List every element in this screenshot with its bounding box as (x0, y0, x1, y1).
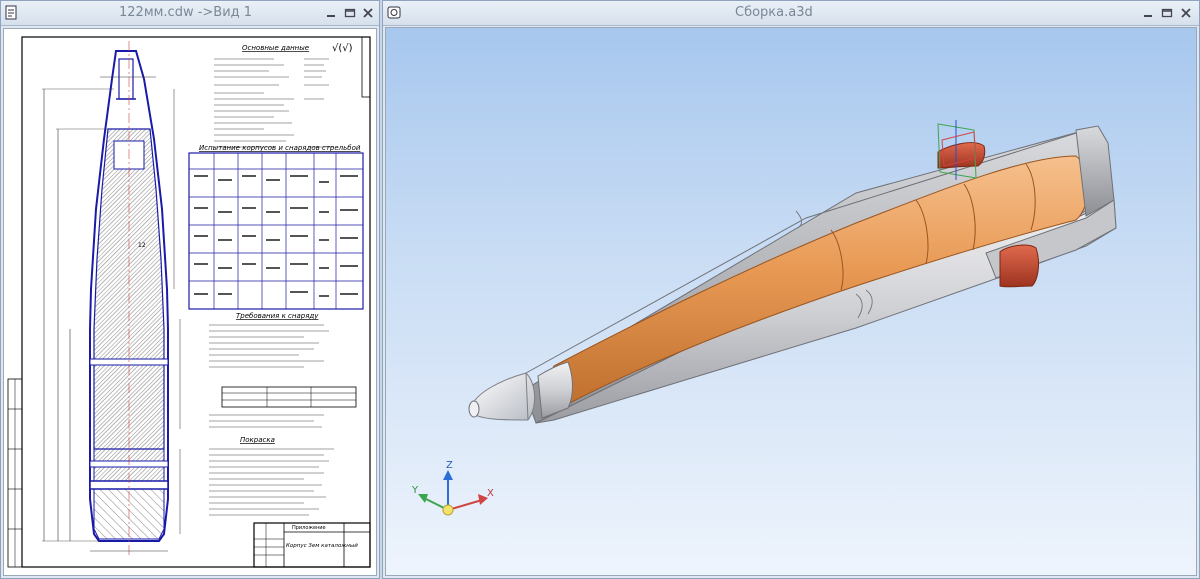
drawing-window-title: 122мм.cdw ->Вид 1 (119, 5, 253, 20)
drawing-titlebar[interactable]: 122мм.cdw ->Вид 1 (1, 1, 379, 26)
title-block-stamp: Приложение (292, 525, 326, 531)
3d-viewport[interactable]: Z X Y (385, 27, 1197, 576)
general-data-block: Основные данные √(√) (214, 43, 353, 154)
drawing-sheet[interactable]: 12 Основные данные √(√) Испытание корпус… (3, 28, 377, 576)
title-block: Приложение Корпус 3ем каталожный (253, 522, 371, 568)
heading-painting: Покраска (240, 436, 275, 444)
requirements-block: Требования к снаряду (209, 312, 357, 428)
drawing-window[interactable]: 122мм.cdw ->Вид 1 12 Основные данные √(√… (0, 0, 380, 579)
tests-table: Испытание корпусов и снарядов стрельбой (188, 144, 364, 310)
axis-x-label: X (487, 488, 494, 499)
assembly-window-title: Сборка.a3d (735, 5, 813, 20)
maximize-icon[interactable] (343, 6, 357, 20)
assembly-icon[interactable] (387, 5, 401, 20)
check-mark: √(√) (332, 43, 353, 54)
heading-general: Основные данные (242, 44, 309, 52)
maximize-icon[interactable] (1160, 6, 1174, 20)
painting-block: Покраска (209, 436, 334, 516)
axis-z-label: Z (446, 460, 453, 471)
dimension-label: 12 (138, 242, 146, 249)
minimize-icon[interactable] (1141, 6, 1155, 20)
heading-requirements: Требования к снаряду (236, 312, 319, 320)
axis-triad: Z X Y (411, 460, 494, 516)
close-icon[interactable] (361, 6, 375, 20)
heading-tests: Испытание корпусов и снарядов стрельбой (199, 144, 361, 152)
minimize-icon[interactable] (324, 6, 338, 20)
assembly-window[interactable]: Сборка.a3d Z X Y (382, 0, 1200, 579)
title-block-name: Корпус 3ем каталожный (286, 543, 358, 549)
axis-y-label: Y (411, 485, 419, 496)
close-icon[interactable] (1179, 6, 1193, 20)
assembly-titlebar[interactable]: Сборка.a3d (383, 1, 1199, 26)
document-icon[interactable] (5, 5, 19, 20)
projectile-model[interactable] (468, 120, 1117, 424)
sheet-frame (21, 36, 371, 568)
projectile-section-view: 12 (42, 41, 181, 557)
